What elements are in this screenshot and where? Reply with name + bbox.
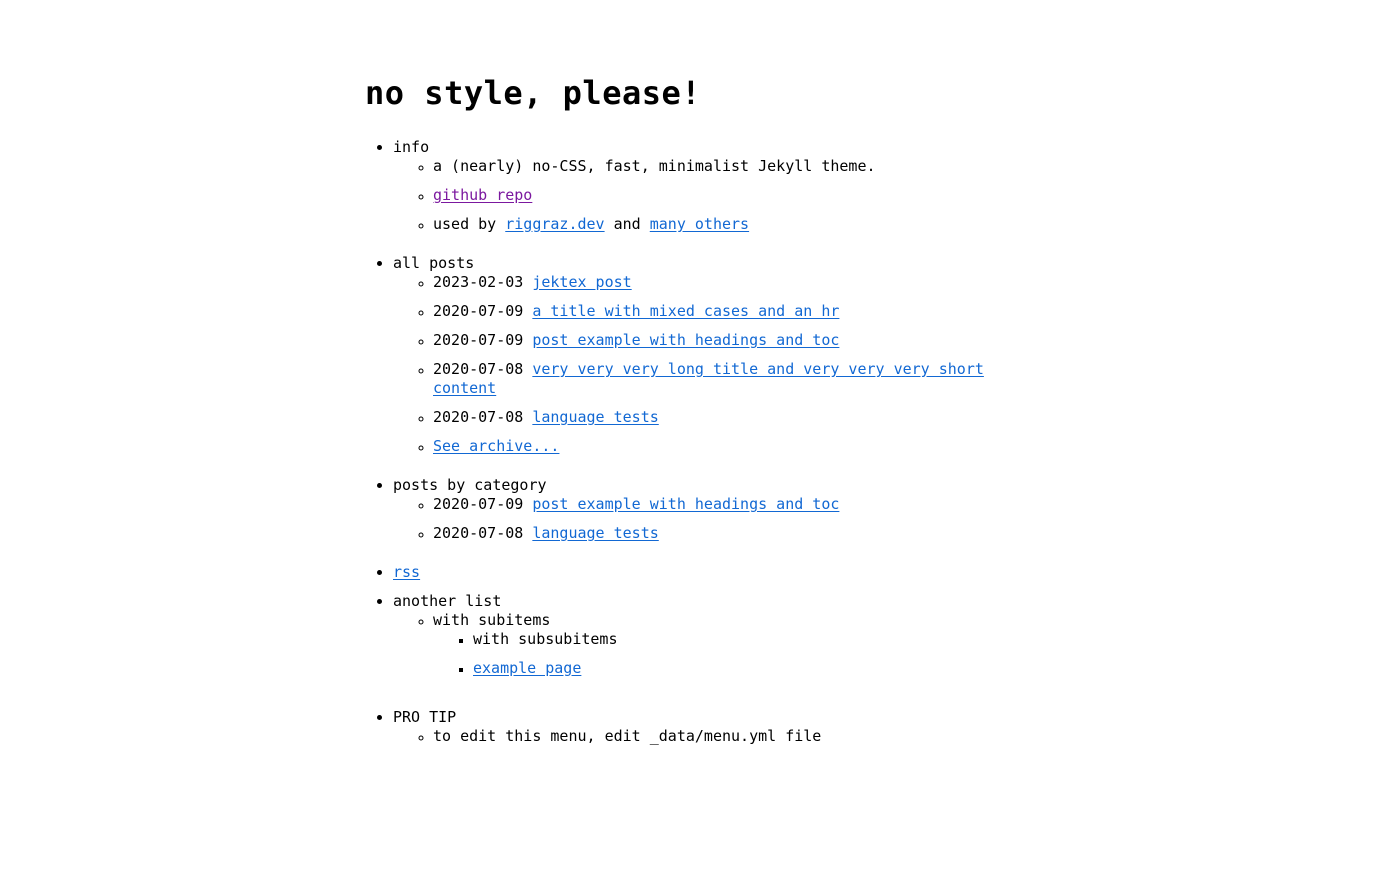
list-item: to edit this menu, edit _data/menu.yml f… [433,727,1009,756]
post-list-item: 2020-07-09 post example with headings an… [433,331,1009,360]
post-list-item: 2020-07-08 language tests [433,408,1009,437]
page-title: no style, please! [365,74,702,112]
menu-section-another-list: another list with subitems with subsubit… [393,592,1009,708]
example-page-link[interactable]: example page [473,659,581,677]
github-repo-link[interactable]: github repo [433,186,532,204]
list-item: with subitems with subsubitems example p… [433,611,1009,698]
menu-section-label: all posts [393,254,475,272]
post-list-item: 2020-07-08 very very very long title and… [433,360,1009,408]
info-description: a (nearly) no-CSS, fast, minimalist Jeky… [433,157,876,175]
post-link[interactable]: post example with headings and toc [532,331,839,349]
post-date: 2020-07-09 [433,331,524,349]
riggraz-dev-link[interactable]: riggraz.dev [505,215,604,233]
menu-section-label: info [393,138,430,156]
used-by-prefix: used by [433,215,506,233]
submenu-posts-by-category: 2020-07-09 post example with headings an… [393,495,1009,553]
list-item: with subsubitems [473,630,1009,659]
post-link[interactable]: post example with headings and toc [532,495,839,513]
rss-link[interactable]: rss [393,563,420,581]
see-archive-link[interactable]: See archive... [433,437,559,455]
subsubmenu: with subsubitems example page [433,630,1009,688]
menu-section-all-posts: all posts 2023-02-03 jektex post 2020-07… [393,254,1009,476]
pro-tip-text: to edit this menu, edit _data/menu.yml f… [433,727,822,745]
subsubitem-label: with subsubitems [473,630,618,648]
list-item: a (nearly) no-CSS, fast, minimalist Jeky… [433,157,1009,186]
menu-section-label: PRO TIP [393,708,457,726]
post-list-item: 2020-07-09 a title with mixed cases and … [433,302,1009,331]
page-root: no style, please! info a (nearly) no-CSS… [0,0,1378,891]
post-date: 2020-07-09 [433,302,524,320]
main-menu: info a (nearly) no-CSS, fast, minimalist… [365,138,1009,766]
submenu-pro-tip: to edit this menu, edit _data/menu.yml f… [393,727,1009,756]
menu-section-label: posts by category [393,476,547,494]
menu-section-posts-by-category: posts by category 2020-07-09 post exampl… [393,476,1009,563]
many-others-link[interactable]: many others [650,215,749,233]
submenu-all-posts: 2023-02-03 jektex post 2020-07-09 a titl… [393,273,1009,466]
submenu-another-list: with subitems with subsubitems example p… [393,611,1009,698]
list-item: example page [473,659,1009,688]
list-item: used by riggraz.dev and many others [433,215,1009,244]
post-date: 2020-07-09 [433,495,524,513]
post-list-item: 2023-02-03 jektex post [433,273,1009,302]
post-date: 2023-02-03 [433,273,524,291]
post-date: 2020-07-08 [433,360,524,378]
menu-section-rss: rss [393,563,1009,592]
post-list-item: 2020-07-09 post example with headings an… [433,495,1009,524]
menu-section-label: another list [393,592,502,610]
post-link[interactable]: jektex post [532,273,631,291]
list-item: See archive... [433,437,1009,466]
used-by-conjunction: and [604,215,650,233]
menu-section-pro-tip: PRO TIP to edit this menu, edit _data/me… [393,708,1009,766]
post-link[interactable]: a title with mixed cases and an hr [532,302,839,320]
post-link[interactable]: language tests [532,524,658,542]
post-date: 2020-07-08 [433,408,524,426]
post-list-item: 2020-07-08 language tests [433,524,1009,553]
post-link[interactable]: language tests [532,408,658,426]
menu-section-info: info a (nearly) no-CSS, fast, minimalist… [393,138,1009,254]
subitem-label: with subitems [433,611,551,629]
list-item: github repo [433,186,1009,215]
post-date: 2020-07-08 [433,524,524,542]
submenu-info: a (nearly) no-CSS, fast, minimalist Jeky… [393,157,1009,244]
